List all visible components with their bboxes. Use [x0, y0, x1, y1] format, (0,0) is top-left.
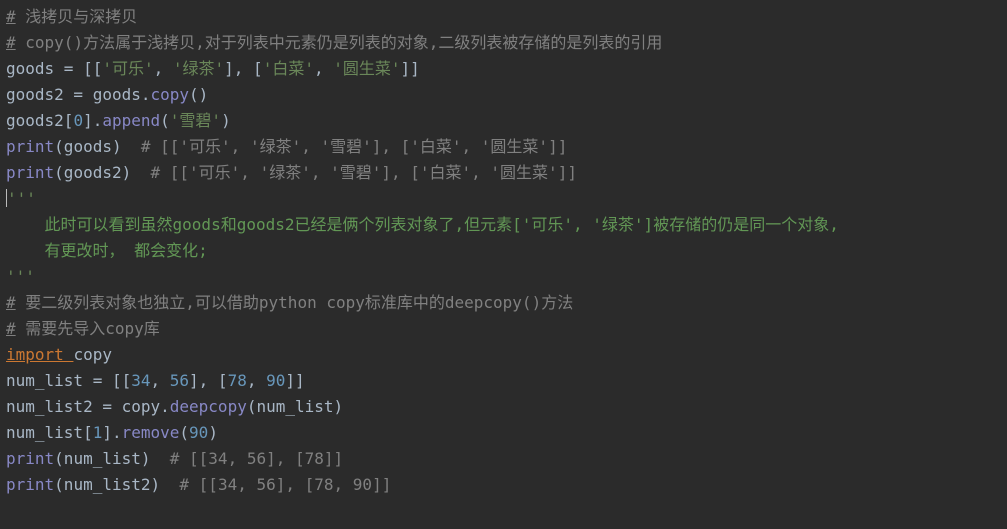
code-token: ): [208, 423, 218, 442]
code-token: goods = [[: [6, 59, 102, 78]
code-token: ]]: [285, 371, 304, 390]
code-token: ,: [154, 59, 173, 78]
func-token: print: [6, 163, 54, 182]
docstring-text: 有更改时， 都会变化;: [6, 241, 208, 260]
code-line[interactable]: 有更改时， 都会变化;: [6, 241, 208, 260]
code-line[interactable]: ''': [6, 189, 36, 208]
number-token: 90: [189, 423, 208, 442]
comment-text: 浅拷贝与深拷贝: [16, 7, 138, 26]
comment-text: 要二级列表对象也独立,可以借助python copy标准库中的deepcopy(…: [16, 293, 574, 312]
code-line[interactable]: # 要二级列表对象也独立,可以借助python copy标准库中的deepcop…: [6, 293, 573, 312]
code-line[interactable]: goods = [['可乐', '绿茶'], ['白菜', '圆生菜']]: [6, 59, 420, 78]
func-token: print: [6, 449, 54, 468]
code-editor[interactable]: # 浅拷贝与深拷贝 # copy()方法属于浅拷贝,对于列表中元素仍是列表的对象…: [0, 0, 1007, 504]
code-line[interactable]: print(num_list) # [[34, 56], [78]]: [6, 449, 343, 468]
code-token: ].: [102, 423, 121, 442]
code-line[interactable]: print(num_list2) # [[34, 56], [78, 90]]: [6, 475, 391, 494]
func-token: print: [6, 137, 54, 156]
comment-hash: #: [6, 33, 16, 52]
comment-text: # [[34, 56], [78]]: [170, 449, 343, 468]
module-token: copy: [73, 345, 112, 364]
number-token: 34: [131, 371, 150, 390]
code-token: ]]: [401, 59, 420, 78]
code-token: ,: [247, 371, 266, 390]
code-token: ,: [314, 59, 333, 78]
code-token: (num_list): [54, 449, 170, 468]
code-token: (): [189, 85, 208, 104]
code-line[interactable]: # 浅拷贝与深拷贝: [6, 7, 137, 26]
code-line[interactable]: print(goods) # [['可乐', '绿茶', '雪碧'], ['白菜…: [6, 137, 567, 156]
number-token: 90: [266, 371, 285, 390]
code-line[interactable]: num_list = [[34, 56], [78, 90]]: [6, 371, 305, 390]
code-line[interactable]: goods2 = goods.copy(): [6, 85, 208, 104]
comment-text: 需要先导入copy库: [16, 319, 160, 338]
code-token: num_list[: [6, 423, 93, 442]
code-token: num_list = [[: [6, 371, 131, 390]
code-token: num_list2 = copy.: [6, 397, 170, 416]
func-token: append: [102, 111, 160, 130]
code-token: (goods): [54, 137, 141, 156]
string-quote: ''': [6, 267, 35, 286]
code-token: (goods2): [54, 163, 150, 182]
comment-hash: #: [6, 293, 16, 312]
comment-text: # [[34, 56], [78, 90]]: [179, 475, 391, 494]
code-token: ], [: [224, 59, 263, 78]
code-token: ], [: [189, 371, 228, 390]
code-token: (num_list): [247, 397, 343, 416]
number-token: 56: [170, 371, 189, 390]
code-line[interactable]: num_list[1].remove(90): [6, 423, 218, 442]
code-token: goods2[: [6, 111, 73, 130]
string-token: '白菜': [263, 59, 314, 78]
code-line[interactable]: # 需要先导入copy库: [6, 319, 160, 338]
string-token: '可乐': [102, 59, 153, 78]
code-line[interactable]: import copy: [6, 345, 112, 364]
comment-text: # [['可乐', '绿茶', '雪碧'], ['白菜', '圆生菜']]: [151, 163, 577, 182]
code-token: (: [160, 111, 170, 130]
number-token: 78: [228, 371, 247, 390]
code-line[interactable]: goods2[0].append('雪碧'): [6, 111, 231, 130]
code-token: ,: [151, 371, 170, 390]
func-token: remove: [122, 423, 180, 442]
string-token: '雪碧': [170, 111, 221, 130]
code-line[interactable]: print(goods2) # [['可乐', '绿茶', '雪碧'], ['白…: [6, 163, 577, 182]
number-token: 1: [93, 423, 103, 442]
docstring-text: 此时可以看到虽然goods和goods2已经是俩个列表对象了,但元素['可乐',…: [6, 215, 839, 234]
comment-hash: #: [6, 319, 16, 338]
string-token: '圆生菜': [333, 59, 400, 78]
code-line[interactable]: ''': [6, 267, 35, 286]
code-token: (: [179, 423, 189, 442]
keyword-token: import: [6, 345, 73, 364]
code-line[interactable]: # copy()方法属于浅拷贝,对于列表中元素仍是列表的对象,二级列表被存储的是…: [6, 33, 662, 52]
code-token: goods2 = goods.: [6, 85, 151, 104]
number-token: 0: [73, 111, 83, 130]
comment-text: # [['可乐', '绿茶', '雪碧'], ['白菜', '圆生菜']]: [141, 137, 567, 156]
code-token: ].: [83, 111, 102, 130]
func-token: print: [6, 475, 54, 494]
code-line[interactable]: 此时可以看到虽然goods和goods2已经是俩个列表对象了,但元素['可乐',…: [6, 215, 839, 234]
code-token: ): [221, 111, 231, 130]
code-line[interactable]: num_list2 = copy.deepcopy(num_list): [6, 397, 343, 416]
func-token: copy: [151, 85, 190, 104]
string-quote: ''': [7, 189, 36, 208]
string-token: '绿茶': [173, 59, 224, 78]
comment-text: copy()方法属于浅拷贝,对于列表中元素仍是列表的对象,二级列表被存储的是列表…: [16, 33, 663, 52]
func-token: deepcopy: [170, 397, 247, 416]
comment-hash: #: [6, 7, 16, 26]
code-token: (num_list2): [54, 475, 179, 494]
